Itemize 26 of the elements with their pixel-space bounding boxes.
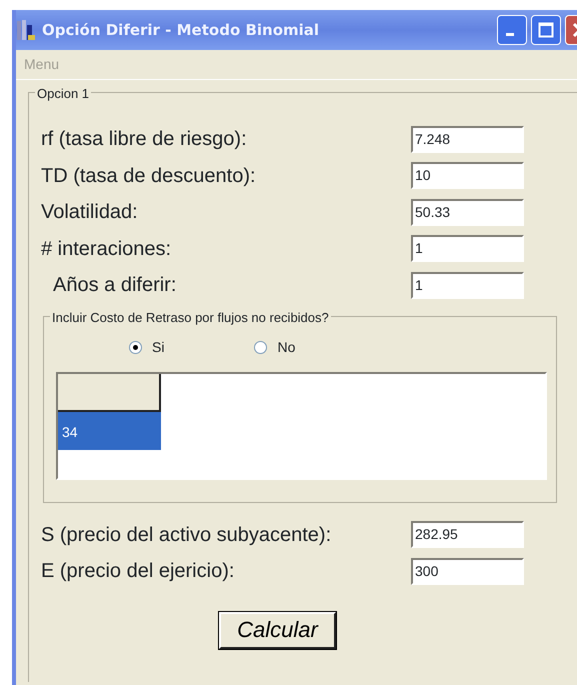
radio-label: No xyxy=(277,338,296,356)
input-field[interactable]: 300 xyxy=(411,558,524,585)
maximize-button[interactable] xyxy=(531,15,561,45)
input-field[interactable]: 50.33 xyxy=(411,198,524,226)
maximize-icon xyxy=(538,22,554,38)
field-label: Años a diferir: xyxy=(52,273,178,298)
field-label: S (precio del activo subyacente): xyxy=(41,522,332,548)
input-field[interactable]: 282.95 xyxy=(411,521,524,548)
field-label: E (precio del ejericio): xyxy=(41,559,236,584)
field-label: TD (tasa de descuento): xyxy=(41,164,257,189)
window-title: Opción Diferir - Metodo Binomial xyxy=(42,20,320,41)
minimize-button[interactable] xyxy=(497,15,527,45)
field-label: rf (tasa libre de riesgo): xyxy=(41,127,248,152)
minimize-icon xyxy=(506,32,514,36)
radio-button[interactable] xyxy=(254,340,268,354)
app-icon xyxy=(16,19,36,41)
radio-button[interactable] xyxy=(129,340,142,354)
input-field[interactable]: 7.248 xyxy=(411,126,524,153)
field-label: # interaciones: xyxy=(41,236,172,262)
input-field[interactable]: 10 xyxy=(411,162,524,190)
input-field[interactable]: 1 xyxy=(411,235,524,262)
radio-label: Si xyxy=(152,338,164,356)
grid-cell[interactable]: 34 xyxy=(58,412,161,450)
field-label: Volatilidad: xyxy=(41,200,139,226)
calculate-button[interactable]: Calcular xyxy=(219,612,336,648)
input-field[interactable]: 1 xyxy=(411,272,524,299)
